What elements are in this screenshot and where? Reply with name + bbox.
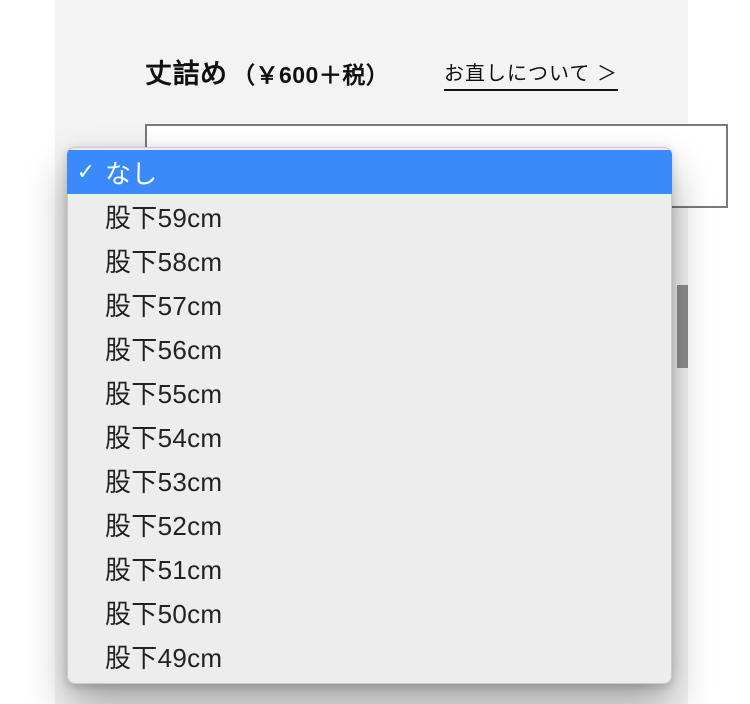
dropdown-option[interactable]: ✓なし (67, 150, 672, 194)
dropdown-option-label: 股下54cm (105, 418, 672, 455)
scrollbar-thumb[interactable] (677, 285, 688, 368)
dropdown-option-label: 股下58cm (105, 242, 672, 279)
dropdown-option[interactable]: ✓股下52cm (67, 502, 672, 546)
dropdown-option[interactable]: ✓股下57cm (67, 282, 672, 326)
about-alterations-link[interactable]: お直しについて ＞ (444, 57, 618, 91)
dropdown-option[interactable]: ✓股下59cm (67, 194, 672, 238)
dropdown-option-label: 股下49cm (105, 638, 672, 675)
dropdown-option-label: 股下51cm (105, 550, 672, 587)
dropdown-option-label: 股下50cm (105, 594, 672, 631)
dropdown-option-label: 股下57cm (105, 286, 672, 323)
dropdown-option-label: 股下52cm (105, 506, 672, 543)
section-title-sub: （￥600＋税） (232, 62, 389, 88)
check-icon: ✓ (67, 159, 105, 185)
dropdown-option-label: 股下56cm (105, 330, 672, 367)
dropdown-option[interactable]: ✓股下56cm (67, 326, 672, 370)
dropdown-option[interactable]: ✓股下50cm (67, 590, 672, 634)
dropdown-option[interactable]: ✓股下54cm (67, 414, 672, 458)
dropdown-option-label: 股下55cm (105, 374, 672, 411)
dropdown-option-label: 股下59cm (105, 198, 672, 235)
dropdown-option[interactable]: ✓股下53cm (67, 458, 672, 502)
dropdown-option-label: 股下53cm (105, 462, 672, 499)
stage: 丈詰め （￥600＋税） お直しについて ＞ ✓なし✓股下59cm✓股下58cm… (0, 0, 750, 704)
section-title-main: 丈詰め (145, 59, 228, 89)
dropdown-option[interactable]: ✓股下58cm (67, 238, 672, 282)
dropdown-option[interactable]: ✓股下49cm (67, 634, 672, 678)
dropdown-option-label: なし (105, 154, 672, 191)
dropdown-option[interactable]: ✓股下51cm (67, 546, 672, 590)
section-header: 丈詰め （￥600＋税） お直しについて ＞ (145, 52, 618, 91)
section-title: 丈詰め （￥600＋税） (145, 52, 389, 91)
dropdown-option[interactable]: ✓股下55cm (67, 370, 672, 414)
hem-length-dropdown[interactable]: ✓なし✓股下59cm✓股下58cm✓股下57cm✓股下56cm✓股下55cm✓股… (67, 147, 672, 684)
